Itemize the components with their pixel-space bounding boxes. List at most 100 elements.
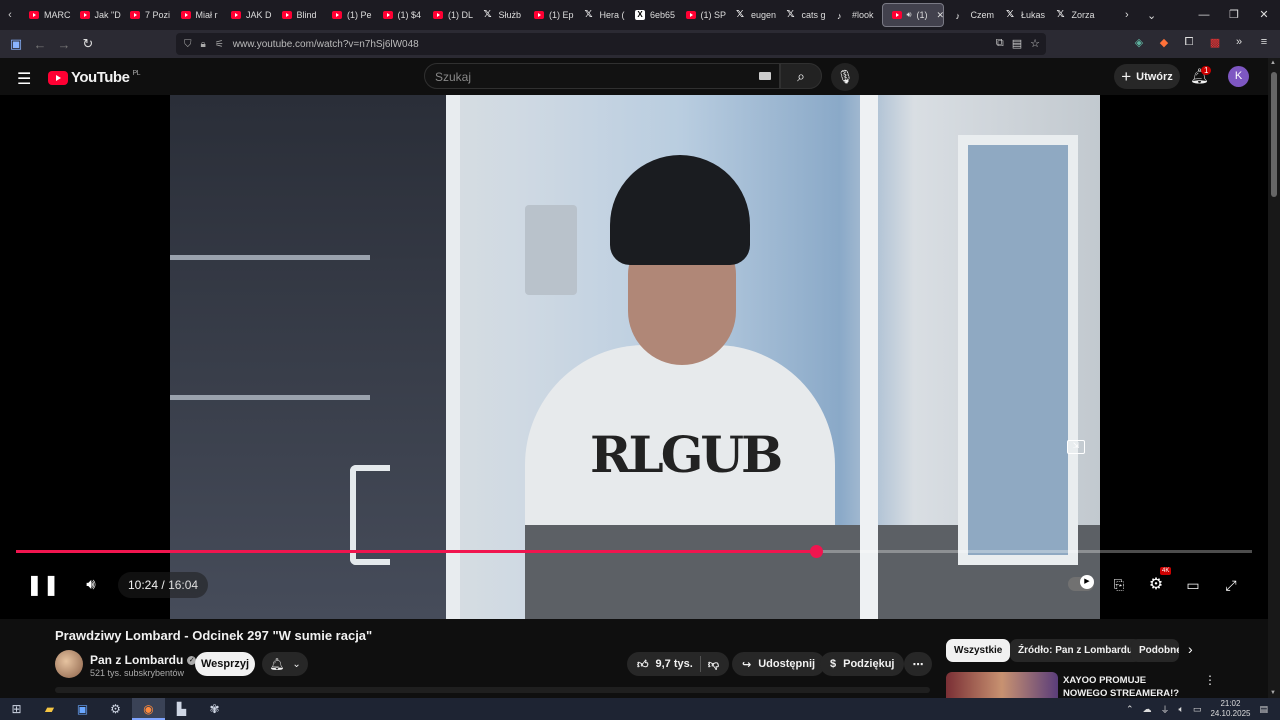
tab-scroll-left-button[interactable]: ‹ (0, 9, 20, 21)
search-input[interactable]: Szukaj (424, 63, 780, 89)
permissions-icon[interactable]: ⚟ (215, 39, 224, 50)
related-video-thumbnail[interactable] (946, 672, 1058, 698)
browser-tab[interactable]: Jak "D (71, 0, 122, 30)
address-bar[interactable]: ⛉ 🔒︎ ⚟ www.youtube.com/watch?v=n7hSj6lW0… (176, 33, 1046, 55)
browser-tab[interactable]: (1) Pe (323, 0, 374, 30)
shield-icon[interactable]: ⛉ (184, 39, 192, 50)
back-button[interactable]: ← (28, 37, 52, 52)
tab-scroll-right-button[interactable]: › (1119, 9, 1135, 21)
subtitles-button[interactable]: ⎘ (1106, 567, 1132, 603)
browser-tab[interactable]: 6eb65 (626, 0, 677, 30)
extension-icon[interactable]: ◆ (1155, 36, 1173, 52)
more-actions-button[interactable]: ⋯ (904, 652, 932, 676)
fullscreen-button[interactable]: ⤢ (1218, 567, 1244, 603)
browser-tab[interactable]: Miał r (172, 0, 223, 30)
browser-tab[interactable]: Czem (947, 0, 998, 30)
close-window-button[interactable]: ✕ (1248, 0, 1280, 30)
like-count[interactable]: 9,7 tys. (656, 658, 693, 670)
browser-tab[interactable]: (1) DL (424, 0, 475, 30)
progress-bar[interactable] (16, 545, 1252, 558)
forward-button[interactable]: → (52, 37, 76, 52)
browser-tab[interactable]: Zorza (1048, 0, 1099, 30)
support-button[interactable]: Wesprzyj (195, 652, 255, 676)
chip-related[interactable]: Podobne (1131, 639, 1179, 662)
browser-tab[interactable]: Hera ( (576, 0, 627, 30)
autoplay-toggle[interactable] (1068, 575, 1094, 591)
account-avatar[interactable]: K (1228, 66, 1249, 87)
chip-all[interactable]: Wszystkie (946, 639, 1011, 662)
browser-tab[interactable]: Blind (273, 0, 324, 30)
browser-tab[interactable]: Służb (475, 0, 526, 30)
progress-scrubber[interactable] (810, 545, 823, 558)
system-clock[interactable]: 21:02 24.10.2025 (1210, 699, 1250, 719)
lock-icon[interactable]: 🔒︎ (201, 39, 206, 50)
extensions-puzzle-icon[interactable]: ⧠ (1180, 36, 1198, 52)
page-scrollbar[interactable]: ▲ ▼ (1268, 58, 1280, 698)
channel-name[interactable]: Pan z Lombardu (90, 653, 183, 667)
steam-icon[interactable]: ⚙ (99, 698, 132, 720)
thanks-button[interactable]: $ Podziękuj (820, 652, 905, 676)
scroll-up-arrow-icon[interactable]: ▲ (1270, 60, 1276, 66)
onedrive-icon[interactable]: ☁ (1143, 704, 1152, 715)
like-icon[interactable]: 👍︎ (637, 658, 649, 671)
dislike-icon[interactable]: 👎︎ (708, 658, 719, 671)
scrollbar-thumb[interactable] (1271, 72, 1277, 197)
app-icon[interactable]: ✾ (198, 698, 231, 720)
theater-mode-button[interactable]: ▭ (1180, 567, 1206, 603)
search-button[interactable]: ⌕ (780, 63, 822, 89)
pip-page-icon[interactable]: ⧉ (996, 37, 1004, 50)
reader-view-icon[interactable]: ▤ (1012, 37, 1022, 50)
app-menu-icon[interactable]: ≡ (1255, 36, 1273, 52)
windows-start-icon[interactable]: ⊞ (0, 698, 33, 720)
video-player[interactable]: RLGUB ⇲ ❚❚ 🔊︎ 10:24 / 16:04 ⎘ ⚙ 4K ▭ ⤢ (0, 95, 1268, 619)
hamburger-menu-icon[interactable]: ☰ (17, 69, 31, 89)
close-tab-icon[interactable]: ✕ (937, 10, 943, 21)
create-button[interactable]: + Utwórz (1114, 64, 1180, 89)
volume-button[interactable]: 🔊︎ (78, 567, 104, 603)
chips-next-chevron-icon[interactable]: › (1188, 641, 1193, 657)
overflow-chevron-icon[interactable]: » (1230, 36, 1248, 52)
related-video-title[interactable]: XAYOO PROMUJE NOWEGO STREAMERA!? RENATA … (1063, 674, 1193, 698)
voice-search-button[interactable]: 🎙︎ (831, 63, 859, 91)
keyboard-icon[interactable] (759, 72, 771, 80)
sidebar-toggle-icon[interactable]: ▣ (4, 36, 28, 52)
tab-audio-icon[interactable]: 🔊︎ (907, 10, 912, 20)
restore-button[interactable]: ❐ (1218, 0, 1250, 30)
file-explorer-icon[interactable]: ▰ (33, 698, 66, 720)
more-vertical-icon[interactable]: ⋮ (1204, 673, 1216, 687)
channel-avatar[interactable] (55, 650, 83, 678)
notification-center-icon[interactable]: ▤ (1259, 704, 1268, 715)
speaker-icon[interactable]: 🔈︎ (1179, 704, 1184, 715)
browser-tab[interactable]: JAK D (222, 0, 273, 30)
browser-tab[interactable]: (1) Ep (525, 0, 576, 30)
tray-overflow-icon[interactable]: ⌃ (1126, 704, 1134, 715)
notion-icon[interactable]: ▙ (165, 698, 198, 720)
browser-tab[interactable]: #look (828, 0, 879, 30)
browser-tab[interactable]: (1) $4 (374, 0, 425, 30)
vpn-extension-icon[interactable]: ◈ (1130, 36, 1148, 52)
subscription-bell-button[interactable]: 🔔︎ ⌄ (262, 652, 308, 676)
channel-name-link[interactable]: Pan z Lombardu ✓ (90, 653, 197, 667)
browser-tab[interactable]: eugen (727, 0, 778, 30)
firefox-icon[interactable]: ◉ (132, 698, 165, 720)
browser-tab[interactable]: Łukas (997, 0, 1048, 30)
tab-list-button[interactable]: ⌄ (1141, 9, 1162, 22)
reload-button[interactable]: ↻ (76, 36, 100, 52)
miniplayer-icon[interactable]: ⇲ (1067, 440, 1085, 454)
share-button[interactable]: ↪ Udostępnij (732, 652, 826, 676)
browser-tab[interactable]: (1) SP (677, 0, 728, 30)
browser-tab[interactable]: MARC (20, 0, 71, 30)
remote-desktop-icon[interactable]: ▣ (66, 698, 99, 720)
network-icon[interactable]: ▭ (1193, 704, 1202, 715)
scroll-down-arrow-icon[interactable]: ▼ (1270, 690, 1276, 696)
bookmark-star-icon[interactable]: ☆ (1030, 37, 1040, 50)
youtube-logo[interactable]: YouTube PL (48, 69, 140, 86)
chip-from-channel[interactable]: Źródło: Pan z Lombardu (1010, 639, 1141, 662)
browser-tab[interactable]: cats g (778, 0, 829, 30)
pause-button[interactable]: ❚❚ (26, 567, 60, 603)
video-frame[interactable]: RLGUB ⇲ (170, 95, 1100, 619)
browser-tab[interactable]: 🔊︎ (1) ✕ (881, 3, 944, 27)
minimize-button[interactable]: — (1188, 0, 1220, 30)
usb-icon[interactable]: ⏚ (1161, 703, 1170, 716)
browser-tab[interactable]: 7 Pozi (121, 0, 172, 30)
